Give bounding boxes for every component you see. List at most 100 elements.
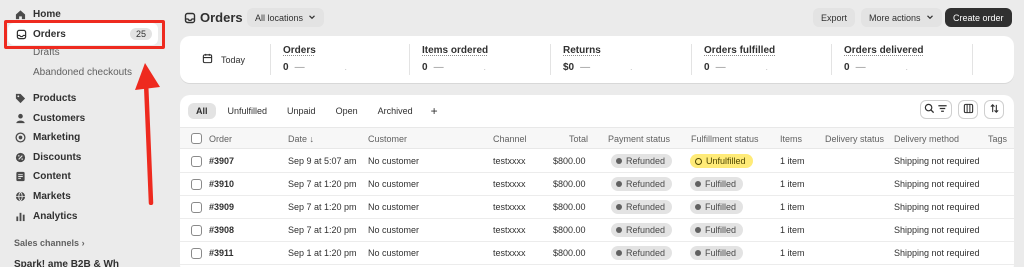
row-checkbox[interactable] bbox=[191, 202, 202, 213]
sidebar-item-home[interactable]: Home bbox=[14, 6, 61, 22]
column-header-label: Date bbox=[288, 134, 308, 144]
payment-status-label: Refunded bbox=[626, 225, 666, 235]
stat-orders-delivered[interactable]: Orders delivered 0—. bbox=[832, 36, 923, 83]
fulfillment-status-badge: Fulfilled bbox=[690, 200, 744, 214]
stat-label: Orders bbox=[283, 45, 316, 56]
sidebar-item-label: Products bbox=[33, 92, 77, 104]
columns-button[interactable] bbox=[958, 100, 978, 119]
tab-open[interactable]: Open bbox=[328, 103, 366, 119]
sidebar: Home Orders 25 Drafts Abandoned checkout… bbox=[0, 0, 170, 267]
fulfillment-status-badge: Unfulfilled bbox=[690, 154, 753, 168]
order-total: $800.00 bbox=[553, 179, 586, 189]
fulfillment-status-label: Fulfilled bbox=[705, 225, 737, 235]
order-channel: testxxxx bbox=[493, 202, 526, 212]
search-icon bbox=[924, 103, 935, 117]
stat-label: Returns bbox=[563, 45, 601, 56]
page-title-text: Orders bbox=[200, 10, 243, 25]
export-label: Export bbox=[821, 12, 848, 23]
order-customer: No customer bbox=[368, 179, 420, 189]
sidebar-item-label: Orders bbox=[33, 28, 66, 40]
create-order-label: Create order bbox=[953, 12, 1004, 23]
search-filter-button[interactable] bbox=[920, 100, 952, 119]
table-row[interactable]: #3907 Sep 9 at 5:07 am No customer testx… bbox=[180, 150, 1014, 173]
row-checkbox[interactable] bbox=[191, 156, 202, 167]
divider bbox=[972, 44, 973, 75]
sidebar-item-label: Content bbox=[33, 170, 71, 182]
tab-archived[interactable]: Archived bbox=[370, 103, 421, 119]
sidebar-item-analytics[interactable]: Analytics bbox=[14, 208, 77, 224]
tab-unpaid[interactable]: Unpaid bbox=[279, 103, 324, 119]
order-channel: testxxxx bbox=[493, 248, 526, 258]
stat-returns[interactable]: Returns $0—. bbox=[551, 36, 632, 83]
order-number[interactable]: #3911 bbox=[209, 248, 234, 258]
order-customer: No customer bbox=[368, 202, 420, 212]
sort-button[interactable] bbox=[984, 100, 1004, 119]
column-header-payment-status[interactable]: Payment status bbox=[608, 134, 670, 144]
create-order-button[interactable]: Create order bbox=[945, 8, 1012, 27]
order-delivery-method: Shipping not required bbox=[894, 248, 980, 258]
sidebar-item-drafts[interactable]: Drafts bbox=[33, 47, 60, 58]
column-header-total[interactable]: Total bbox=[569, 134, 588, 144]
order-number[interactable]: #3907 bbox=[209, 156, 234, 166]
table-row[interactable]: #3908 Sep 7 at 1:20 pm No customer testx… bbox=[180, 219, 1014, 242]
sidebar-item-marketing[interactable]: Marketing bbox=[14, 129, 80, 145]
order-customer: No customer bbox=[368, 156, 420, 166]
table-row[interactable]: #3909 Sep 7 at 1:20 pm No customer testx… bbox=[180, 196, 1014, 219]
stat-items-ordered[interactable]: Items ordered 0—. bbox=[410, 36, 488, 83]
sales-channels-section[interactable]: Sales channels › bbox=[14, 238, 85, 248]
location-selector[interactable]: All locations bbox=[247, 8, 325, 27]
tab-unfulfilled[interactable]: Unfulfilled bbox=[220, 103, 276, 119]
column-header-delivery-method[interactable]: Delivery method bbox=[894, 134, 959, 144]
order-channel: testxxxx bbox=[493, 179, 526, 189]
sidebar-item-products[interactable]: Products bbox=[14, 90, 76, 106]
order-channel: testxxxx bbox=[493, 156, 526, 166]
row-checkbox[interactable] bbox=[191, 179, 202, 190]
payment-status-badge: Refunded bbox=[611, 223, 673, 237]
sidebar-item-orders[interactable]: Orders 25 bbox=[8, 23, 158, 45]
column-header-items[interactable]: Items bbox=[780, 134, 802, 144]
column-header-customer[interactable]: Customer bbox=[368, 134, 407, 144]
select-all-checkbox[interactable] bbox=[191, 133, 202, 144]
column-header-delivery-status[interactable]: Delivery status bbox=[825, 134, 884, 144]
orders-table-card: All Unfulfilled Unpaid Open Archived + O… bbox=[180, 95, 1014, 267]
sidebar-item-discounts[interactable]: Discounts bbox=[14, 149, 81, 165]
stat-value: 0 bbox=[844, 62, 850, 73]
sidebar-item-abandoned-checkouts[interactable]: Abandoned checkouts bbox=[33, 67, 132, 78]
column-header-fulfillment-status[interactable]: Fulfillment status bbox=[691, 134, 759, 144]
date-range-picker[interactable]: Today bbox=[180, 36, 270, 83]
order-items: 1 item bbox=[780, 156, 805, 166]
column-header-channel[interactable]: Channel bbox=[493, 134, 527, 144]
column-header-order[interactable]: Order bbox=[209, 134, 232, 144]
stat-orders-fulfilled[interactable]: Orders fulfilled 0—. bbox=[692, 36, 775, 83]
sidebar-item-content[interactable]: Content bbox=[14, 168, 71, 184]
order-number[interactable]: #3908 bbox=[209, 225, 234, 235]
order-total: $800.00 bbox=[553, 248, 586, 258]
sidebar-item-markets[interactable]: Markets bbox=[14, 188, 71, 204]
order-items: 1 item bbox=[780, 248, 805, 258]
row-checkbox[interactable] bbox=[191, 225, 202, 236]
order-delivery-method: Shipping not required bbox=[894, 202, 980, 212]
column-header-tags[interactable]: Tags bbox=[988, 134, 1007, 144]
table-header: Order Date ↓ Customer Channel Total Paym… bbox=[180, 127, 1014, 149]
tab-all[interactable]: All bbox=[188, 102, 216, 119]
view-tabs: All Unfulfilled Unpaid Open Archived + bbox=[188, 101, 444, 120]
payment-status-badge: Refunded bbox=[611, 246, 673, 260]
row-checkbox[interactable] bbox=[191, 248, 202, 259]
fulfillment-status-label: Fulfilled bbox=[705, 248, 737, 258]
payment-status-badge: Refunded bbox=[611, 177, 673, 191]
column-header-date[interactable]: Date ↓ bbox=[288, 134, 314, 144]
table-row[interactable]: #3910 Sep 7 at 1:20 pm No customer testx… bbox=[180, 173, 1014, 196]
order-number[interactable]: #3909 bbox=[209, 202, 234, 212]
order-total: $800.00 bbox=[553, 202, 586, 212]
sidebar-item-sales-channel[interactable]: Spark! ame B2B & Wh bbox=[14, 259, 119, 267]
stat-orders[interactable]: Orders 0—. bbox=[271, 36, 347, 83]
order-items: 1 item bbox=[780, 225, 805, 235]
payment-status-label: Refunded bbox=[626, 248, 666, 258]
table-row[interactable]: #3911 Sep 1 at 1:20 pm No customer testx… bbox=[180, 242, 1014, 265]
sidebar-item-customers[interactable]: Customers bbox=[14, 110, 85, 126]
order-number[interactable]: #3910 bbox=[209, 179, 234, 189]
more-actions-button[interactable]: More actions bbox=[861, 8, 942, 27]
add-view-button[interactable]: + bbox=[425, 104, 444, 118]
export-button[interactable]: Export bbox=[813, 8, 856, 27]
stat-label: Orders fulfilled bbox=[704, 45, 776, 56]
